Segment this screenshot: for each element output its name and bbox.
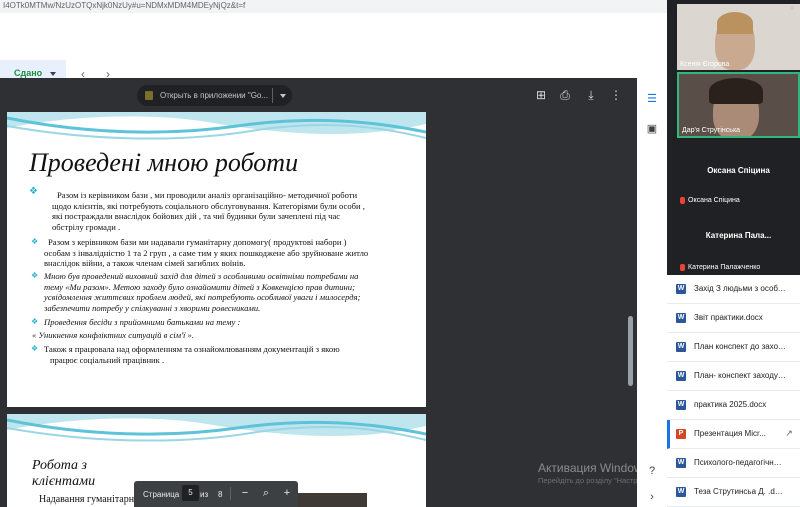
- chevron-down-icon[interactable]: [280, 94, 286, 98]
- attachment-item[interactable]: W практика 2025.docx: [667, 391, 800, 420]
- attachment-name: практика 2025.docx: [694, 400, 767, 409]
- bullet-icon: ❖: [29, 186, 38, 197]
- open-in-app-button[interactable]: Открыть в приложении "Go...: [137, 85, 292, 106]
- word-file-icon: W: [676, 342, 686, 352]
- assignment-header: Сдано ‹ ›: [0, 13, 675, 86]
- participant-label: Катерина Палажченко: [688, 264, 761, 271]
- details-icon[interactable]: ☰: [645, 92, 659, 106]
- word-file-icon: W: [676, 400, 686, 410]
- divider: [230, 487, 231, 500]
- open-in-app-label: Открыть в приложении "Go...: [160, 91, 269, 100]
- slide-bullet-3: Мною був проведений виховний захід для д…: [44, 271, 361, 313]
- participant-label: Оксана Спіцина: [688, 197, 740, 204]
- participant-name: Оксана Спіцина: [707, 166, 770, 175]
- participant-tile[interactable]: Катерина Пала... Катерина Палажченко: [677, 207, 800, 273]
- chevron-down-icon: [50, 72, 56, 76]
- slide-title: Проведені мною роботи: [29, 148, 299, 177]
- divider: [272, 88, 273, 103]
- attachment-name: Захід З людьми з особл...: [694, 284, 786, 293]
- bullet-icon: ❖: [31, 344, 39, 353]
- page-label: Страница: [143, 490, 180, 499]
- attachment-name: План- конспект заходу 2...: [694, 371, 786, 380]
- slide-bullet-1: Разом із керівником бази , ми проводили …: [52, 190, 365, 232]
- print-icon[interactable]: ⎙: [557, 87, 573, 103]
- word-file-icon: W: [676, 458, 686, 468]
- attachment-item[interactable]: W Захід З людьми з особл...: [667, 275, 800, 304]
- word-file-icon: W: [676, 487, 686, 497]
- side-rail: ☰ ▣ ? ›: [637, 78, 667, 507]
- document-icon: [145, 91, 153, 100]
- participant-hair: [709, 78, 763, 104]
- participant-tile[interactable]: Дар'я Струтінська: [677, 72, 800, 138]
- page-navigation-bar: Страница 5 из 8 − ⌕ +: [134, 481, 298, 507]
- slide-header-wave: [7, 414, 426, 442]
- word-file-icon: W: [676, 371, 686, 381]
- word-file-icon: W: [676, 313, 686, 323]
- meet-participants-panel: Ксенія Єгорова × Дар'я Струтінська Оксан…: [667, 0, 800, 275]
- page-number-input[interactable]: 5: [182, 485, 199, 501]
- document-viewer: Открыть в приложении "Go... ⊞ ⎙ ⤓ ⋮ Пров…: [0, 78, 637, 507]
- participant-name: Ксенія Єгорова: [680, 61, 730, 68]
- help-icon[interactable]: ?: [645, 464, 659, 478]
- slide-title: Робота з клієнтами: [32, 458, 96, 489]
- participant-hair: [717, 12, 753, 34]
- participant-name: Дар'я Струтінська: [682, 127, 741, 134]
- download-icon[interactable]: ⤓: [583, 87, 599, 103]
- zoom-icon[interactable]: ⌕: [259, 486, 273, 500]
- attachment-name: Презентация Micr...: [694, 429, 766, 438]
- participant-name: Катерина Пала...: [705, 231, 772, 240]
- attachment-name: Теза Струтинсьа Д. .docx: [694, 487, 786, 496]
- participant-tile[interactable]: Оксана Спіцина Оксана Спіцина: [677, 140, 800, 206]
- zoom-in-icon[interactable]: +: [280, 486, 294, 500]
- slide-bullet-4: Проведення бесіди з прийомними батьками …: [44, 317, 241, 327]
- mic-muted-icon: [680, 197, 685, 204]
- comments-icon[interactable]: ▣: [645, 122, 659, 136]
- close-icon[interactable]: ×: [787, 3, 797, 13]
- attachments-list: W Захід З людьми з особл... W Звіт практ…: [667, 275, 800, 507]
- powerpoint-file-icon: P: [676, 429, 686, 439]
- more-options-icon[interactable]: ⋮: [608, 87, 624, 103]
- slide-page-1: Проведені мною роботи ❖ Разом із керівни…: [7, 112, 426, 407]
- bullet-icon: ❖: [31, 271, 39, 280]
- windows-activation-subtitle: Перейдіть до розділу "Настройки", щоб ак…: [538, 476, 637, 485]
- attachment-item[interactable]: W Психолого-педагогічна х...: [667, 449, 800, 478]
- attachment-item[interactable]: W План конспект до заход...: [667, 333, 800, 362]
- attachment-name: Звіт практики.docx: [694, 313, 763, 322]
- open-in-new-icon[interactable]: ↗: [784, 428, 794, 438]
- slide-header-wave: [7, 112, 426, 140]
- slide-bullet-5: « Уникнення конфліктних ситуацій в сім'ї…: [32, 330, 194, 340]
- windows-activation-title: Активация Windows: [538, 461, 637, 475]
- slide-bullet-6: Також я працювала над оформленням та озн…: [44, 344, 340, 365]
- viewer-scrollbar[interactable]: [628, 316, 633, 386]
- status-label: Сдано: [14, 68, 43, 78]
- attachment-item[interactable]: W План- конспект заходу 2...: [667, 362, 800, 391]
- participant-tile[interactable]: Ксенія Єгорова: [677, 4, 800, 70]
- attachment-name: Психолого-педагогічна х...: [694, 458, 786, 467]
- page-total: 8: [218, 490, 223, 499]
- slide-bullet-2: Разом з керівником бази ми надавали гума…: [44, 237, 369, 269]
- attachment-item-selected[interactable]: P Презентация Micr... ↗: [667, 420, 800, 449]
- bullet-icon: ❖: [31, 237, 39, 246]
- page-of-label: из: [200, 490, 209, 499]
- url-bar[interactable]: I4OTk0MTMw/NzUzOTQxNjk0NzUy#u=NDMxMDM4MD…: [0, 0, 675, 13]
- add-comment-icon[interactable]: ⊞: [533, 87, 549, 103]
- attachment-item[interactable]: W Теза Струтинсьа Д. .docx: [667, 478, 800, 507]
- attachment-item[interactable]: W Звіт практики.docx: [667, 304, 800, 333]
- word-file-icon: W: [676, 284, 686, 294]
- expand-panel-icon[interactable]: ›: [645, 490, 659, 504]
- zoom-out-icon[interactable]: −: [238, 486, 252, 500]
- slide-body-text: Надавання гуманітарну: [39, 494, 140, 505]
- bullet-icon: ❖: [31, 317, 39, 326]
- attachment-name: План конспект до заход...: [694, 342, 786, 351]
- mic-muted-icon: [680, 264, 685, 271]
